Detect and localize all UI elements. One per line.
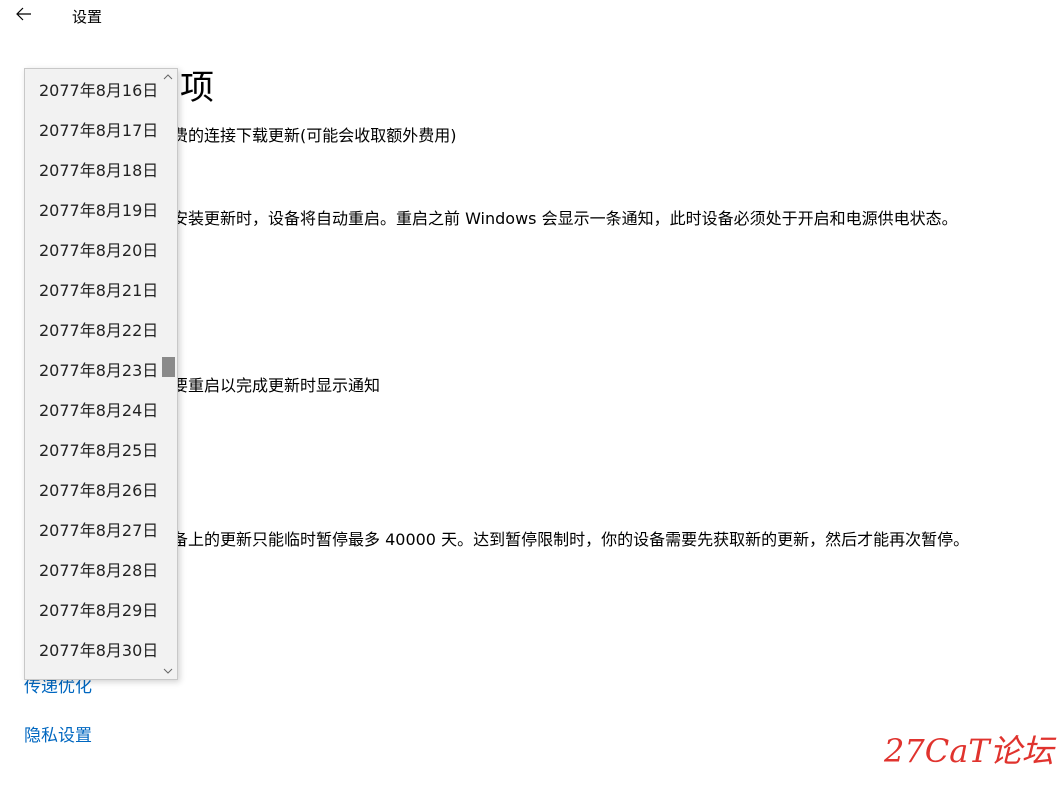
pause-date-dropdown-list[interactable]: 2077年8月16日 2077年8月17日 2077年8月18日 2077年8月19日… (24, 68, 178, 680)
pause-limit-description: 你可以将此设备上的更新只能临时暂停最多 40000 天。达到暂停限制时，你的设备… (76, 530, 970, 549)
date-option[interactable]: 2077年8月19日 (25, 191, 161, 231)
date-option[interactable]: 2077年8月30日 (25, 631, 161, 671)
scrollbar-thumb[interactable] (162, 357, 175, 377)
date-option[interactable]: 2077年8月21日 (25, 271, 161, 311)
forum-watermark: 27CaT论坛 (884, 732, 1054, 770)
date-option[interactable]: 2077年8月16日 (25, 71, 161, 111)
dropdown-scrollbar[interactable] (160, 69, 177, 679)
chevron-down-icon[interactable] (163, 667, 173, 675)
date-option[interactable]: 2077年8月29日 (25, 591, 161, 631)
date-option[interactable]: 2077年8月18日 (25, 151, 161, 191)
back-button[interactable] (10, 2, 38, 26)
date-option[interactable]: 2077年8月27日 (25, 511, 161, 551)
date-option[interactable]: 2077年8月28日 (25, 551, 161, 591)
privacy-settings-link[interactable]: 隐私设置 (24, 721, 92, 746)
chevron-up-icon[interactable] (163, 73, 173, 81)
date-option[interactable]: 2077年8月20日 (25, 231, 161, 271)
app-title: 设置 (72, 8, 103, 26)
title-bar: 设置 (0, 0, 1063, 32)
date-option[interactable]: 2077年8月26日 (25, 471, 161, 511)
date-options: 2077年8月16日 2077年8月17日 2077年8月18日 2077年8月19日… (25, 71, 161, 671)
auto-restart-description: 当需要重启以安装更新时，设备将自动重启。重启之前 Windows 会显示一条通知… (76, 209, 958, 228)
date-option[interactable]: 2077年8月23日 (25, 351, 161, 391)
date-option[interactable]: 2077年8月25日 (25, 431, 161, 471)
date-option[interactable]: 2077年8月17日 (25, 111, 161, 151)
date-option[interactable]: 2077年8月22日 (25, 311, 161, 351)
date-option[interactable]: 2077年8月24日 (25, 391, 161, 431)
back-arrow-icon (16, 7, 31, 21)
